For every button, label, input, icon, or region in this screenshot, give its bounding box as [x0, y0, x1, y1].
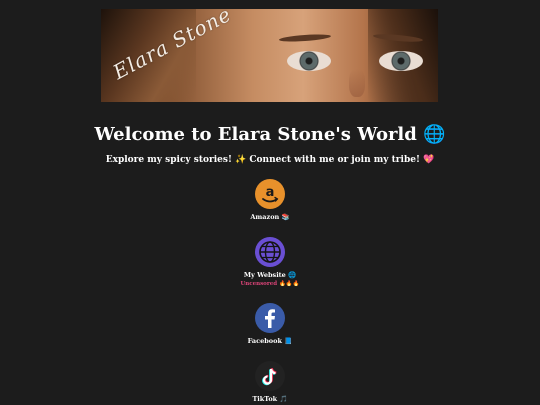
website-link-sublabel: Uncensored 🔥🔥🔥	[240, 281, 300, 287]
tiktok-icon[interactable]	[255, 361, 285, 391]
banner-eye-left	[287, 51, 331, 71]
svg-text:a: a	[266, 185, 275, 200]
header-banner: Elara Stone	[101, 9, 438, 102]
website-link[interactable]: My Website 🌐 Uncensored 🔥🔥🔥	[220, 237, 320, 287]
globe-icon[interactable]	[255, 237, 285, 267]
facebook-link[interactable]: Facebook 📘	[220, 303, 320, 345]
facebook-link-label: Facebook 📘	[247, 337, 293, 345]
banner-brow-left	[278, 33, 332, 43]
page-subtitle: Explore my spicy stories! ✨ Connect with…	[105, 155, 435, 165]
banner-nose	[349, 69, 365, 97]
tiktok-link-label: TikTok 🎵	[252, 395, 288, 403]
link-page: Elara Stone Welcome to Elara Stone's Wor…	[0, 0, 540, 405]
amazon-icon[interactable]: a	[255, 179, 285, 209]
page-title: Welcome to Elara Stone's World 🌐	[94, 124, 446, 145]
amazon-link-label: Amazon 📚	[250, 213, 290, 221]
banner-eye-right	[379, 51, 423, 71]
amazon-link[interactable]: a Amazon 📚	[220, 179, 320, 221]
tiktok-link[interactable]: TikTok 🎵	[220, 361, 320, 403]
website-link-label: My Website 🌐	[243, 271, 297, 279]
facebook-icon[interactable]	[255, 303, 285, 333]
